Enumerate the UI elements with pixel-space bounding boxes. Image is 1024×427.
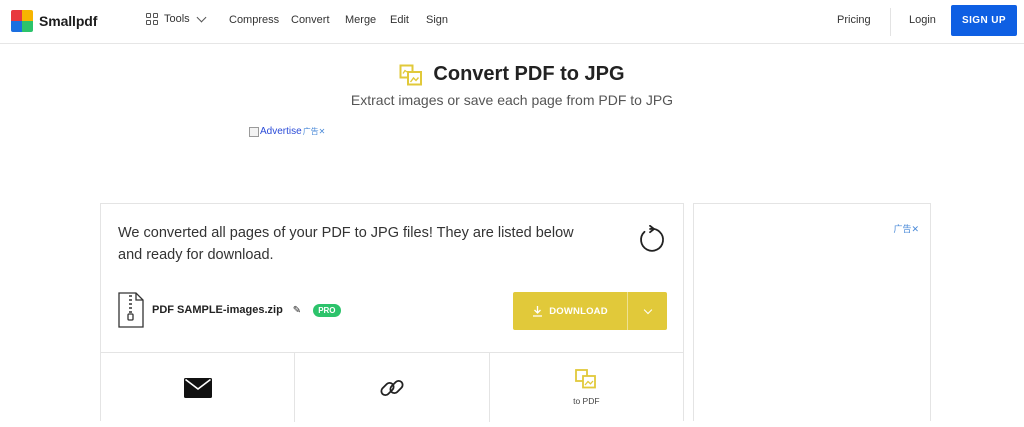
zip-file-icon — [118, 292, 144, 328]
logo-text: Smallpdf — [39, 13, 98, 29]
file-row: PDF SAMPLE-images.zip ✎ PRO — [118, 292, 341, 328]
header-divider — [890, 8, 891, 36]
ad-badge[interactable]: 广告✕ — [303, 126, 326, 137]
top-navigation-bar: Smallpdf Tools Compress Convert Merge Ed… — [0, 0, 1024, 44]
chevron-down-icon — [643, 305, 652, 314]
nav-merge[interactable]: Merge — [345, 14, 376, 26]
file-name: PDF SAMPLE-images.zip — [152, 304, 283, 316]
advertisement-banner[interactable]: Advertise 广告✕ — [249, 126, 325, 137]
ad-alt-text: Advertise — [260, 126, 302, 137]
pricing-link[interactable]: Pricing — [837, 14, 871, 26]
result-message: We converted all pages of your PDF to JP… — [118, 225, 574, 263]
login-link[interactable]: Login — [909, 14, 936, 26]
page-subtitle: Extract images or save each page from PD… — [350, 92, 674, 108]
pro-badge: PRO — [313, 303, 341, 317]
to-pdf-action[interactable]: to PDF — [488, 353, 683, 422]
download-label: DOWNLOAD — [549, 305, 608, 317]
nav-sign[interactable]: Sign — [426, 14, 448, 26]
to-pdf-label: to PDF — [573, 396, 600, 406]
download-arrow-icon — [533, 306, 543, 317]
email-action[interactable] — [101, 353, 294, 422]
download-button[interactable]: DOWNLOAD — [513, 292, 627, 330]
chevron-down-icon — [196, 12, 207, 22]
rename-pencil-icon[interactable]: ✎ — [293, 305, 301, 316]
grid-icon — [146, 13, 158, 25]
page-title-row: Convert PDF to JPG — [0, 63, 1024, 86]
ad-badge[interactable]: 广告✕ — [893, 222, 919, 235]
signup-button[interactable]: SIGN UP — [951, 5, 1017, 36]
broken-image-icon — [249, 126, 259, 137]
to-pdf-icon — [575, 369, 597, 389]
share-actions-row: to PDF — [101, 352, 683, 422]
start-over-icon[interactable] — [635, 225, 665, 255]
page-title: Convert PDF to JPG — [433, 63, 625, 85]
download-button-group: DOWNLOAD — [513, 292, 667, 330]
envelope-icon — [183, 377, 212, 398]
logo-mark-icon — [11, 10, 33, 32]
download-options-button[interactable] — [628, 292, 667, 330]
tools-menu-button[interactable]: Tools — [146, 12, 207, 25]
nav-convert[interactable]: Convert — [291, 14, 330, 26]
pdf-to-jpg-icon — [399, 64, 423, 85]
conversion-result-card: We converted all pages of your PDF to JP… — [100, 203, 684, 422]
side-advertisement[interactable]: 广告✕ — [693, 203, 931, 421]
share-link-action[interactable] — [294, 353, 488, 422]
link-icon — [380, 379, 404, 396]
tools-label: Tools — [164, 13, 190, 25]
nav-compress[interactable]: Compress — [229, 14, 279, 26]
smallpdf-logo[interactable]: Smallpdf — [11, 10, 97, 32]
nav-edit[interactable]: Edit — [390, 14, 409, 26]
